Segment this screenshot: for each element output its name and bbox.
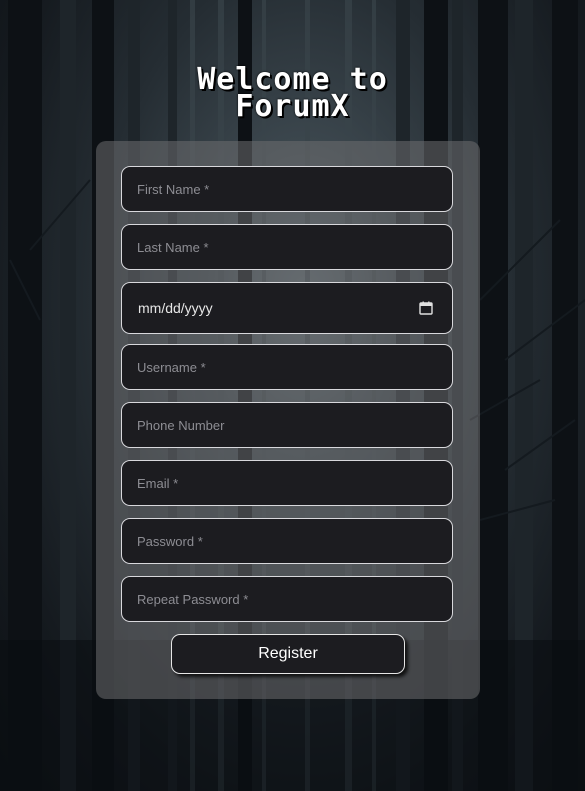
username-field: [121, 344, 453, 390]
password-input[interactable]: [122, 519, 452, 563]
last-name-field: [121, 224, 453, 270]
phone-input[interactable]: [122, 403, 452, 447]
birth-date-field[interactable]: mm/dd/yyyy: [121, 282, 453, 334]
first-name-input[interactable]: [122, 167, 452, 211]
username-input[interactable]: [122, 345, 452, 389]
page-title: Welcome to ForumX: [0, 65, 585, 124]
calendar-icon[interactable]: [419, 301, 433, 315]
title-line-2: ForumX: [235, 89, 350, 124]
repeat-password-input[interactable]: [122, 577, 452, 621]
repeat-password-field: [121, 576, 453, 622]
email-input[interactable]: [122, 461, 452, 505]
last-name-input[interactable]: [122, 225, 452, 269]
password-field: [121, 518, 453, 564]
first-name-field: [121, 166, 453, 212]
registration-card: mm/dd/yyyy Register: [96, 141, 480, 699]
phone-field: [121, 402, 453, 448]
birth-date-input[interactable]: mm/dd/yyyy: [122, 300, 419, 316]
register-button[interactable]: Register: [171, 634, 405, 674]
email-field: [121, 460, 453, 506]
